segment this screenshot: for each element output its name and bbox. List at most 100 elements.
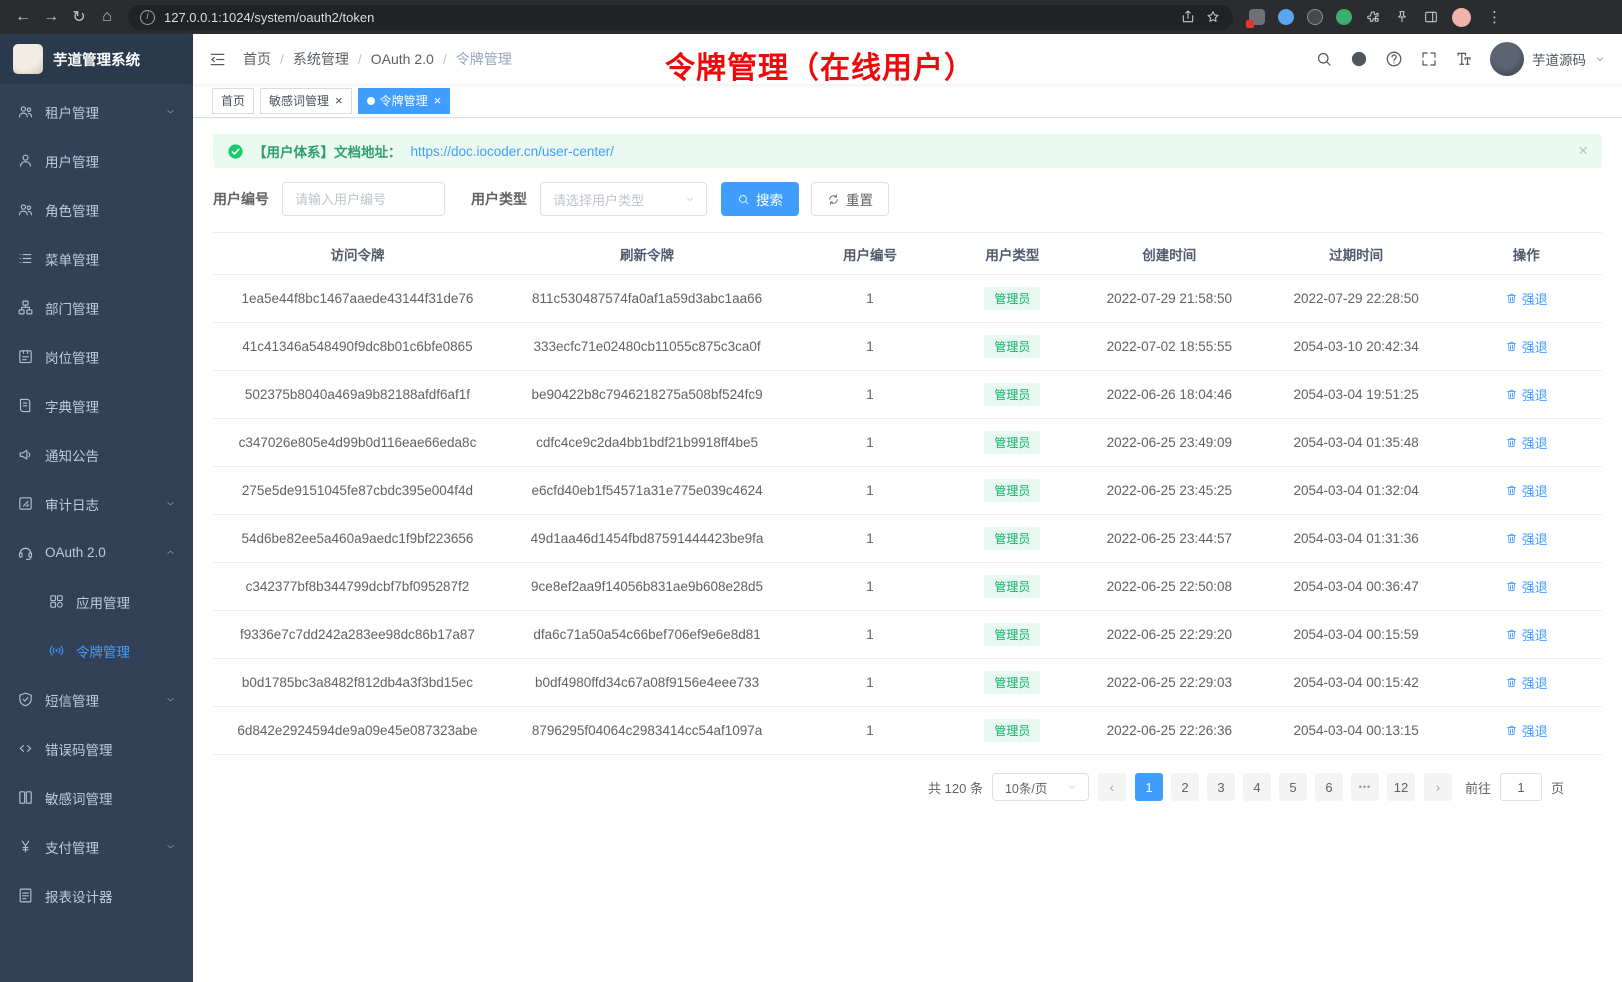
breadcrumb-item[interactable]: OAuth 2.0: [371, 51, 434, 67]
fullscreen-icon[interactable]: [1420, 50, 1438, 68]
table-row: f9336e7c7dd242a283ee98dc86b17a87dfa6c71a…: [213, 611, 1602, 659]
back-icon[interactable]: ←: [10, 8, 36, 26]
fontsize-icon[interactable]: [1455, 50, 1473, 68]
forward-icon[interactable]: →: [38, 8, 64, 26]
alert-close-icon[interactable]: ×: [1578, 141, 1588, 161]
force-logout-label: 强退: [1522, 673, 1548, 692]
home-icon[interactable]: ⌂: [94, 8, 120, 26]
github-icon[interactable]: [1350, 50, 1368, 68]
tab-close-icon[interactable]: ×: [434, 94, 442, 107]
share-icon[interactable]: [1180, 9, 1196, 25]
sidebar-item-sensitive[interactable]: 敏感词管理: [0, 773, 193, 822]
sidebar-item-dict[interactable]: 字典管理: [0, 381, 193, 430]
created-at-cell: 2022-06-25 22:26:36: [1077, 707, 1262, 755]
page-button-1[interactable]: 1: [1135, 773, 1163, 801]
extension-icon-4[interactable]: [1336, 9, 1352, 25]
table-row: 6d842e2924594de9a09e45e087323abe8796295f…: [213, 707, 1602, 755]
action-cell: 强退: [1451, 275, 1602, 323]
force-logout-button[interactable]: 强退: [1505, 529, 1548, 548]
force-logout-button[interactable]: 强退: [1505, 337, 1548, 356]
page-size-select[interactable]: 10条/页: [992, 773, 1089, 801]
extension-icon-2[interactable]: [1278, 9, 1294, 25]
search-icon[interactable]: [1315, 50, 1333, 68]
collapse-sidebar-icon[interactable]: [208, 50, 227, 69]
site-info-icon[interactable]: i: [140, 10, 155, 25]
sidebar-item-role[interactable]: 角色管理: [0, 185, 193, 234]
pager: 123456•••12: [1135, 773, 1415, 801]
prev-page-button[interactable]: ‹: [1098, 773, 1126, 801]
browser-profile-avatar[interactable]: [1452, 8, 1471, 27]
sidebar-item-error-code[interactable]: 错误码管理: [0, 724, 193, 773]
page-button-4[interactable]: 4: [1243, 773, 1271, 801]
tab-label: 令牌管理: [380, 92, 428, 109]
bookmark-star-icon[interactable]: [1205, 9, 1221, 25]
pin-icon[interactable]: [1394, 9, 1410, 25]
side-panel-icon[interactable]: [1423, 9, 1439, 25]
yen-icon: [17, 838, 34, 855]
force-logout-button[interactable]: 强退: [1505, 385, 1548, 404]
force-logout-label: 强退: [1522, 529, 1548, 548]
breadcrumb-item[interactable]: 系统管理: [293, 49, 349, 69]
app-logo[interactable]: 芋道管理系统: [0, 34, 193, 84]
created-at-cell: 2022-06-25 23:45:25: [1077, 467, 1262, 515]
sidebar-item-oauth2-app[interactable]: 应用管理: [0, 577, 193, 626]
page-button-2[interactable]: 2: [1171, 773, 1199, 801]
sidebar-item-report[interactable]: 报表设计器: [0, 871, 193, 920]
trash-icon: [1505, 292, 1518, 305]
page-button-5[interactable]: 5: [1279, 773, 1307, 801]
sidebar-item-label: OAuth 2.0: [45, 545, 106, 560]
reload-icon[interactable]: ↻: [66, 7, 92, 27]
force-logout-label: 强退: [1522, 337, 1548, 356]
extensions-puzzle-icon[interactable]: [1365, 9, 1381, 25]
sidebar-item-notice[interactable]: 通知公告: [0, 430, 193, 479]
force-logout-button[interactable]: 强退: [1505, 625, 1548, 644]
sidebar-item-post[interactable]: 岗位管理: [0, 332, 193, 381]
user-menu[interactable]: 芋道源码: [1490, 42, 1606, 76]
pagination: 共 120 条 10条/页 ‹ 123456•••12 › 前往 页: [213, 773, 1602, 801]
force-logout-button[interactable]: 强退: [1505, 673, 1548, 692]
sidebar-item-label: 部门管理: [45, 298, 99, 318]
browser-menu-icon[interactable]: ⋮: [1484, 8, 1505, 26]
users-icon: [17, 103, 34, 120]
sidebar-item-oauth2-token[interactable]: 令牌管理: [0, 626, 193, 675]
sidebar-item-oauth2[interactable]: OAuth 2.0: [0, 528, 193, 577]
goto-page-input[interactable]: [1500, 773, 1542, 801]
address-bar[interactable]: i 127.0.0.1:1024/system/oauth2/token: [128, 5, 1233, 30]
extension-icon-3[interactable]: [1307, 9, 1323, 25]
tab-close-icon[interactable]: ×: [335, 94, 343, 107]
sidebar-item-dept[interactable]: 部门管理: [0, 283, 193, 332]
force-logout-button[interactable]: 强退: [1505, 577, 1548, 596]
doc-link[interactable]: https://doc.iocoder.cn/user-center/: [411, 144, 614, 159]
user-type-select[interactable]: 请选择用户类型: [540, 182, 707, 216]
sidebar-item-pay[interactable]: 支付管理: [0, 822, 193, 871]
question-icon[interactable]: [1385, 50, 1403, 68]
breadcrumb-item[interactable]: 首页: [243, 49, 271, 69]
sidebar-item-sms[interactable]: 短信管理: [0, 675, 193, 724]
page-button-6[interactable]: 6: [1315, 773, 1343, 801]
sidebar-item-user[interactable]: 用户管理: [0, 136, 193, 185]
next-page-button[interactable]: ›: [1424, 773, 1452, 801]
pager-ellipsis[interactable]: •••: [1351, 773, 1379, 801]
access-token-cell: 1ea5e44f8bc1467aaede43144f31de76: [213, 275, 502, 323]
expires-at-cell: 2054-03-04 00:15:42: [1262, 659, 1451, 707]
search-button[interactable]: 搜索: [721, 182, 799, 216]
tab-token[interactable]: 令牌管理 ×: [358, 88, 451, 114]
column-header: 刷新令牌: [502, 233, 792, 275]
tab-label: 首页: [221, 92, 245, 109]
sidebar-item-tenant[interactable]: 租户管理: [0, 87, 193, 136]
tab-sensitive-word[interactable]: 敏感词管理×: [260, 88, 352, 114]
extension-icon-1[interactable]: [1249, 9, 1265, 25]
page-button-12[interactable]: 12: [1387, 773, 1415, 801]
sidebar-item-menu[interactable]: 菜单管理: [0, 234, 193, 283]
user-id-cell: 1: [792, 659, 948, 707]
force-logout-button[interactable]: 强退: [1505, 289, 1548, 308]
page-button-3[interactable]: 3: [1207, 773, 1235, 801]
created-at-cell: 2022-06-25 23:44:57: [1077, 515, 1262, 563]
force-logout-button[interactable]: 强退: [1505, 433, 1548, 452]
force-logout-button[interactable]: 强退: [1505, 481, 1548, 500]
tab-home[interactable]: 首页: [212, 88, 254, 114]
force-logout-button[interactable]: 强退: [1505, 721, 1548, 740]
reset-button[interactable]: 重置: [811, 182, 889, 216]
user-id-input[interactable]: [282, 182, 445, 216]
sidebar-item-audit-log[interactable]: 审计日志: [0, 479, 193, 528]
